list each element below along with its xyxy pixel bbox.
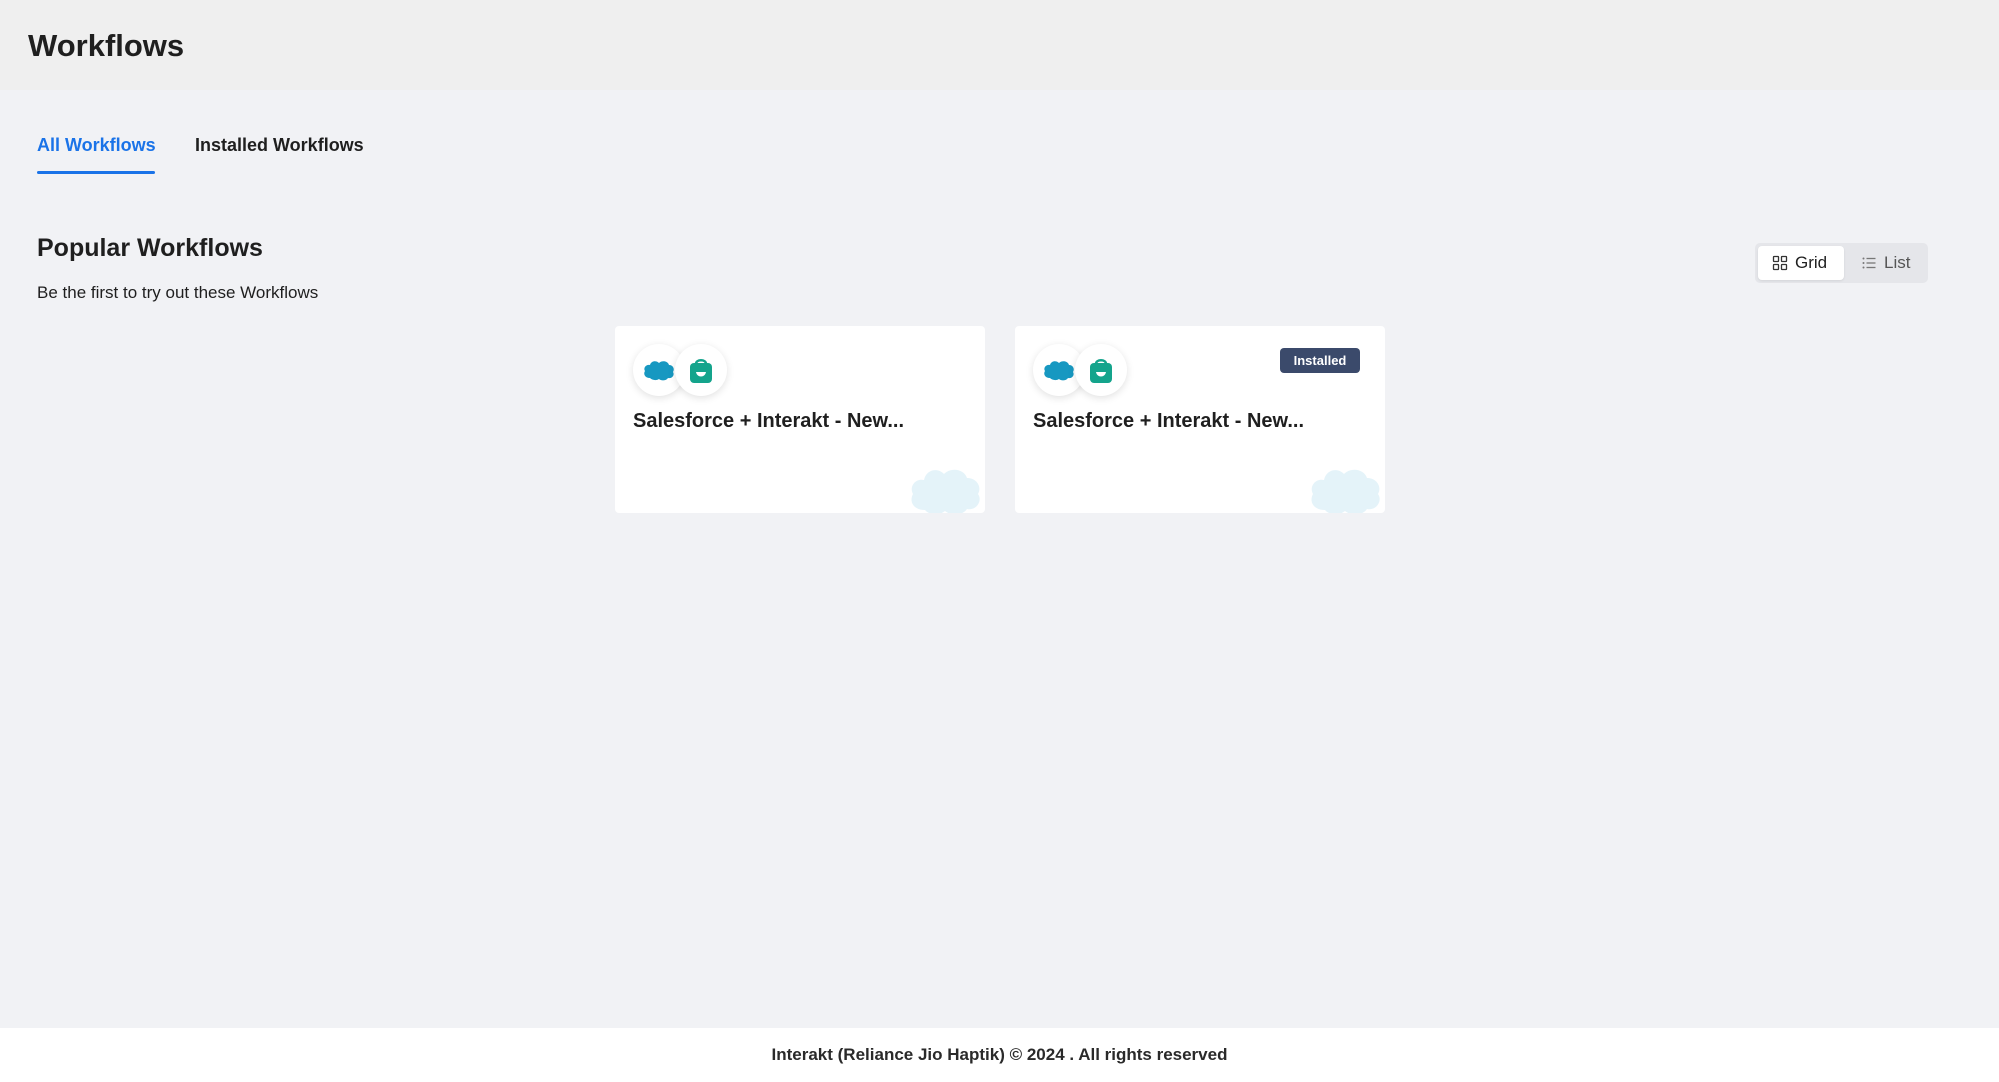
salesforce-watermark-icon xyxy=(1311,469,1380,513)
workflow-card[interactable]: Salesforce + Interakt - New... xyxy=(615,326,985,513)
list-view-button[interactable]: List xyxy=(1847,246,1925,280)
tab-all-workflows[interactable]: All Workflows xyxy=(37,130,156,174)
grid-icon xyxy=(1772,255,1788,271)
installed-badge: Installed xyxy=(1280,348,1360,373)
tab-installed-workflows[interactable]: Installed Workflows xyxy=(195,130,364,174)
section-title: Popular Workflows xyxy=(37,234,263,262)
salesforce-watermark-icon xyxy=(911,469,980,513)
footer-copyright: Interakt (Reliance Jio Haptik) © 2024 . … xyxy=(771,1045,1228,1064)
interakt-logo xyxy=(1075,344,1127,396)
page-footer: Interakt (Reliance Jio Haptik) © 2024 . … xyxy=(0,1028,1999,1082)
interakt-logo xyxy=(675,344,727,396)
workflow-card[interactable]: Installed Salesforce + Interakt - New... xyxy=(1015,326,1385,513)
workflow-card-title: Salesforce + Interakt - New... xyxy=(1033,410,1305,432)
grid-view-label: Grid xyxy=(1795,253,1828,272)
view-toggle: Grid List xyxy=(1755,243,1928,283)
integration-logos xyxy=(633,344,733,396)
page-title: Workflows xyxy=(28,28,185,63)
list-view-label: List xyxy=(1884,253,1911,272)
grid-view-button[interactable]: Grid xyxy=(1758,246,1844,280)
workflow-card-title: Salesforce + Interakt - New... xyxy=(633,410,905,432)
page-header: Workflows xyxy=(0,0,1999,90)
integration-logos xyxy=(1033,344,1133,396)
list-icon xyxy=(1862,257,1876,269)
section-subtitle: Be the first to try out these Workflows xyxy=(37,283,319,302)
